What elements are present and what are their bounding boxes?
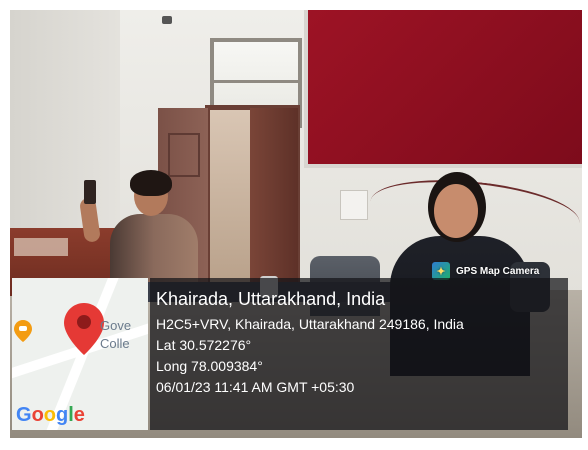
wall-paper: [340, 190, 368, 220]
map-thumbnail[interactable]: Gove Colle Google: [12, 278, 148, 430]
seated-person-head: [434, 184, 478, 238]
door: [250, 108, 298, 298]
map-pin-icon: [64, 303, 104, 355]
timestamp: 06/01/23 11:41 AM GMT +05:30: [156, 379, 355, 395]
gps-badge-label: GPS Map Camera: [456, 265, 540, 277]
map-place-label: Gove: [100, 318, 132, 333]
google-logo: Google: [16, 404, 85, 426]
longitude: Long 78.009384°: [156, 358, 263, 374]
map-place-label: Colle: [100, 336, 130, 351]
location-address: H2C5+VRV, Khairada, Uttarakhand 249186, …: [156, 316, 464, 332]
location-info-panel: Khairada, Uttarakhand, India H2C5+VRV, K…: [150, 278, 568, 430]
notice-board: [304, 10, 582, 168]
podium-label: [14, 238, 68, 256]
location-title: Khairada, Uttarakhand, India: [156, 289, 386, 309]
door-opening: [210, 110, 250, 295]
latitude: Lat 30.572276°: [156, 337, 252, 353]
cctv-camera: [162, 16, 172, 24]
phone: [84, 180, 96, 204]
speaker-hair: [130, 170, 172, 196]
food-marker-icon: [14, 320, 32, 342]
